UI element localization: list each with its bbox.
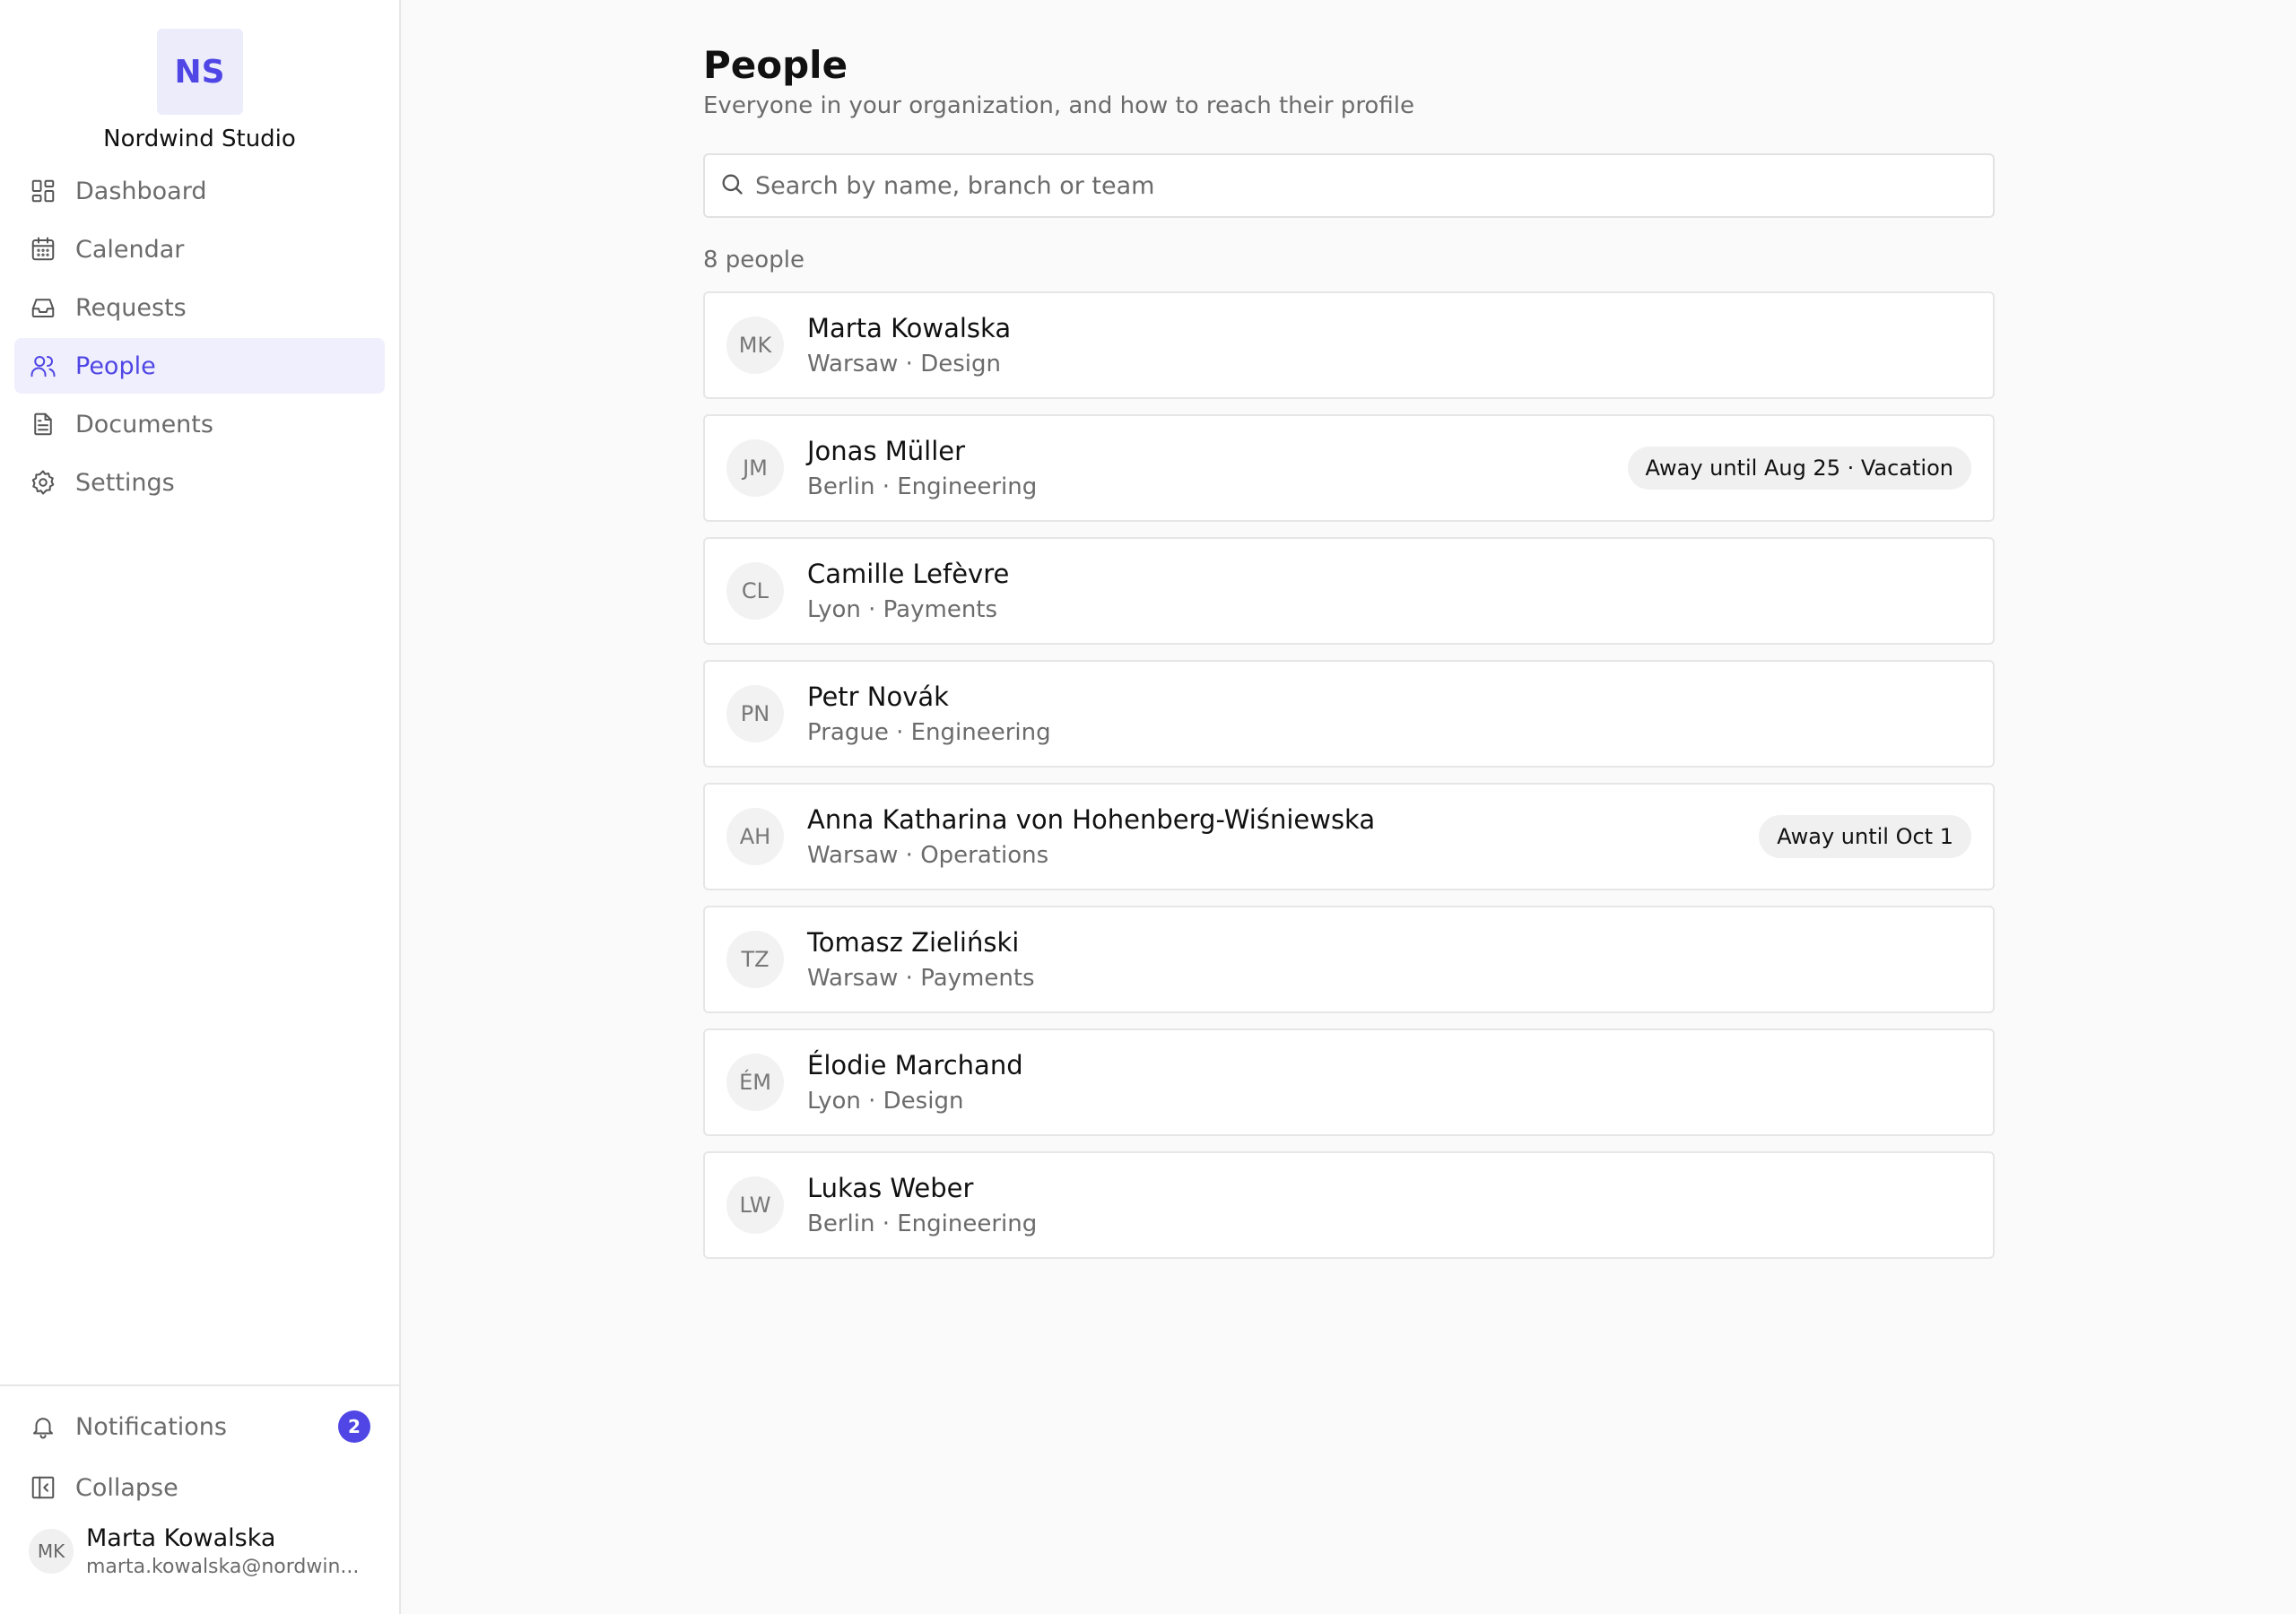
people-icon: [29, 351, 57, 380]
dashboard-icon: [29, 177, 57, 205]
person-name: Petr Novák: [807, 681, 949, 712]
sidebar-item-calendar[interactable]: Calendar: [14, 221, 385, 277]
user-profile[interactable]: MK Marta Kowalska marta.kowalska@nordwin…: [14, 1524, 385, 1578]
sidebar-item-documents[interactable]: Documents: [14, 396, 385, 452]
sidebar-footer: Notifications 2 Collapse MK Marta Kowals…: [0, 1384, 399, 1614]
person-name: Marta Kowalska: [807, 313, 1012, 343]
person-card[interactable]: CL Camille Lefèvre Lyon · Payments: [703, 537, 1995, 645]
status-badge: Away until Oct 1: [1759, 815, 1971, 858]
person-card[interactable]: MK Marta Kowalska Warsaw · Design: [703, 291, 1995, 399]
avatar: PN: [726, 685, 784, 742]
collapse-label: Collapse: [75, 1473, 178, 1502]
people-list: MK Marta Kowalska Warsaw · Design JM Jon…: [703, 291, 1995, 1259]
avatar: CL: [726, 562, 784, 620]
notifications-button[interactable]: Notifications 2: [14, 1399, 385, 1454]
sidebar-item-people[interactable]: People: [14, 338, 385, 394]
page-subtitle: Everyone in your organization, and how t…: [703, 92, 1414, 119]
user-email: marta.kowalska@nordwin...: [86, 1556, 360, 1578]
avatar: AH: [726, 808, 784, 865]
avatar: MK: [29, 1529, 74, 1574]
brand: NS Nordwind Studio: [0, 0, 399, 152]
sidebar-item-requests[interactable]: Requests: [14, 280, 385, 335]
person-name: Anna Katharina von Hohenberg-Wiśniewska: [807, 804, 1376, 835]
sidebar: NS Nordwind Studio Dashboard Calendar Re…: [0, 0, 401, 1614]
sidebar-nav: Dashboard Calendar Requests People Docum…: [0, 163, 399, 513]
avatar: JM: [726, 439, 784, 497]
avatar: TZ: [726, 931, 784, 988]
person-card[interactable]: LW Lukas Weber Berlin · Engineering: [703, 1151, 1995, 1259]
person-card[interactable]: ÉM Élodie Marchand Lyon · Design: [703, 1028, 1995, 1136]
person-name: Tomasz Zieliński: [807, 927, 1020, 958]
person-location-team: Berlin · Engineering: [807, 1210, 1038, 1237]
person-name: Lukas Weber: [807, 1173, 974, 1203]
person-location-team: Lyon · Payments: [807, 596, 998, 623]
inbox-icon: [29, 293, 57, 322]
app: NS Nordwind Studio Dashboard Calendar Re…: [0, 0, 2296, 1614]
gear-icon: [29, 468, 57, 497]
person-card[interactable]: JM Jonas Müller Berlin · Engineering Awa…: [703, 414, 1995, 522]
person-location-team: Warsaw · Design: [807, 351, 1001, 377]
person-name: Camille Lefèvre: [807, 559, 1010, 589]
sidebar-item-label: People: [75, 351, 156, 380]
person-location-team: Warsaw · Operations: [807, 842, 1049, 869]
person-location-team: Prague · Engineering: [807, 719, 1051, 746]
person-location-team: Lyon · Design: [807, 1088, 964, 1115]
sidebar-item-label: Requests: [75, 293, 187, 322]
person-location-team: Warsaw · Payments: [807, 965, 1035, 992]
notifications-label: Notifications: [75, 1412, 227, 1441]
collapse-sidebar-icon: [29, 1473, 57, 1502]
search-input[interactable]: [755, 171, 1921, 200]
sidebar-item-label: Documents: [75, 410, 213, 438]
avatar: LW: [726, 1176, 784, 1234]
document-icon: [29, 410, 57, 438]
search-icon: [719, 171, 744, 200]
user-name: Marta Kowalska: [86, 1524, 276, 1552]
calendar-icon: [29, 235, 57, 264]
main-content: People Everyone in your organization, an…: [401, 0, 2296, 1614]
people-count: 8 people: [703, 247, 804, 273]
avatar: MK: [726, 317, 784, 374]
person-name: Élodie Marchand: [807, 1050, 1023, 1080]
sidebar-item-label: Calendar: [75, 235, 185, 264]
person-location-team: Berlin · Engineering: [807, 473, 1038, 500]
people-page: People Everyone in your organization, an…: [703, 0, 1995, 1274]
person-card[interactable]: AH Anna Katharina von Hohenberg-Wiśniews…: [703, 783, 1995, 890]
sidebar-item-settings[interactable]: Settings: [14, 455, 385, 510]
sidebar-item-label: Settings: [75, 468, 175, 497]
sidebar-item-dashboard[interactable]: Dashboard: [14, 163, 385, 219]
brand-name: Nordwind Studio: [103, 126, 296, 152]
search-box[interactable]: [703, 153, 1995, 218]
notifications-count-badge: 2: [338, 1410, 370, 1443]
status-badge: Away until Aug 25 · Vacation: [1627, 447, 1971, 490]
collapse-button[interactable]: Collapse: [14, 1460, 385, 1515]
page-title: People: [703, 43, 848, 87]
avatar: ÉM: [726, 1054, 784, 1111]
person-card[interactable]: PN Petr Novák Prague · Engineering: [703, 660, 1995, 768]
person-card[interactable]: TZ Tomasz Zieliński Warsaw · Payments: [703, 906, 1995, 1013]
sidebar-item-label: Dashboard: [75, 177, 207, 205]
bell-icon: [29, 1412, 57, 1441]
person-name: Jonas Müller: [807, 436, 966, 466]
brand-logo[interactable]: NS: [156, 29, 243, 115]
